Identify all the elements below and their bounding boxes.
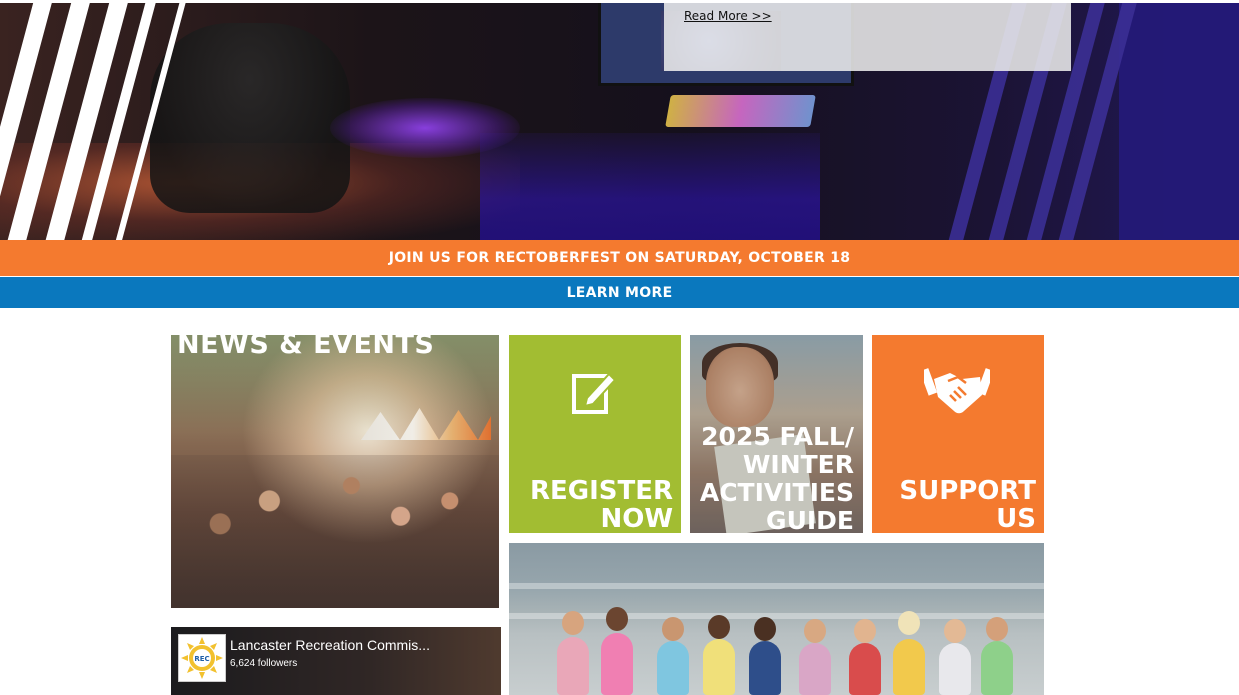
rectoberfest-banner[interactable]: JOIN US FOR RECTOBERFEST ON SATURDAY, OC… (0, 240, 1239, 276)
child-head (754, 617, 776, 641)
child-figure (799, 643, 831, 695)
rec-logo[interactable]: REC (178, 634, 226, 682)
child-figure (557, 637, 589, 695)
support-us-label: SUPPORT US (899, 476, 1036, 533)
read-more-link[interactable]: Read More >> (684, 9, 772, 23)
activities-guide-label: 2025 FALL/ WINTER ACTIVITIES GUIDE (699, 422, 854, 534)
register-now-label: REGISTER NOW (529, 476, 673, 533)
child-figure (657, 641, 689, 695)
facebook-followers: 6,624 followers (230, 658, 298, 669)
child-figure (893, 639, 925, 695)
rec-logo-text: REC (194, 655, 209, 663)
child-head (662, 617, 684, 641)
hero-banner: Read More >> (0, 3, 1239, 240)
hero-stripes-left (0, 3, 220, 240)
child-figure (849, 643, 881, 695)
facebook-page-widget[interactable]: REC Lancaster Recreation Commis... 6,624… (171, 627, 501, 695)
festival-crowd (171, 455, 499, 608)
child-head (562, 611, 584, 635)
child-figure (601, 633, 633, 695)
child-head (898, 611, 920, 635)
child-figure (749, 641, 781, 695)
child-head (986, 617, 1008, 641)
hero-caption-box: Read More >> (664, 3, 1071, 71)
child-head (804, 619, 826, 643)
child-head (708, 615, 730, 639)
learn-more-button[interactable]: LEARN MORE (0, 277, 1239, 308)
news-events-tile[interactable]: NEWS & EVENTS (171, 335, 499, 608)
child-head (944, 619, 966, 643)
edit-icon (571, 368, 617, 418)
news-events-title: NEWS & EVENTS (177, 335, 435, 360)
child-head (854, 619, 876, 643)
hero-blue-glow (480, 133, 820, 240)
facebook-page-name[interactable]: Lancaster Recreation Commis... (230, 637, 430, 653)
child-figure (939, 643, 971, 695)
photo-step (509, 583, 1044, 589)
support-us-tile[interactable]: SUPPORT US (872, 335, 1044, 533)
photo-step (509, 613, 1044, 619)
child-figure (703, 639, 735, 695)
kids-group-photo[interactable] (509, 543, 1044, 695)
child-figure (981, 641, 1013, 695)
handshake-icon (919, 365, 995, 417)
festival-tents (361, 408, 491, 440)
register-now-tile[interactable]: REGISTER NOW (509, 335, 681, 533)
activities-guide-tile[interactable]: 2025 FALL/ WINTER ACTIVITIES GUIDE (690, 335, 863, 533)
hero-keyboard (665, 95, 816, 127)
child-head (606, 607, 628, 631)
